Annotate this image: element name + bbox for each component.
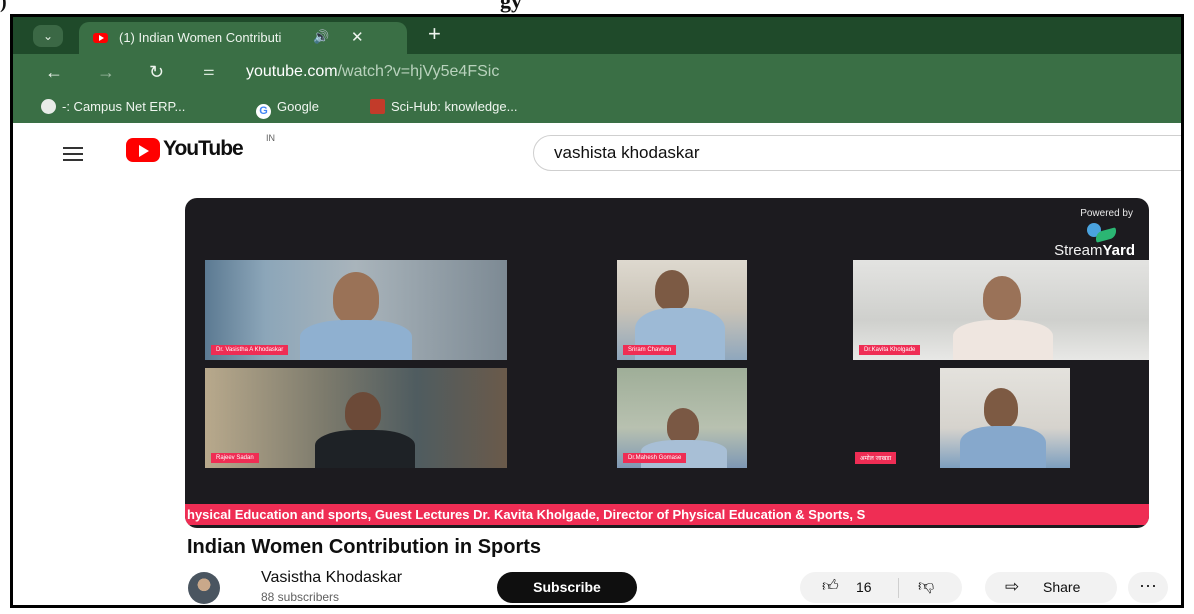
participant-tile: Dr. Vasistha A Khodaskar: [205, 260, 507, 360]
share-label: Share: [1043, 579, 1081, 595]
like-count[interactable]: 16: [856, 579, 872, 595]
streamyard-wordmark: StreamYard: [1054, 242, 1135, 259]
participant-label: Dr.Mahesh Gomase: [623, 453, 687, 463]
bookmark-campus-net[interactable]: -: Campus Net ERP...: [41, 99, 185, 114]
google-icon: G: [256, 104, 271, 119]
cropped-header-strip: ) gy: [0, 0, 1194, 14]
globe-icon: [41, 99, 56, 114]
participant-label: Sriram Chavhan: [623, 345, 677, 355]
navigation-bar: ← → ↻ ⚌ youtube.com/watch?v=hjVy5e4FSic: [13, 54, 1181, 93]
participant-body: [960, 426, 1046, 468]
participant-tile: Sriram Chavhan: [617, 260, 747, 360]
subscribe-button[interactable]: Subscribe: [497, 572, 637, 603]
youtube-logo-icon[interactable]: [126, 138, 160, 162]
bookmarks-bar: -: Campus Net ERP... G Google Sci-Hub: kn…: [13, 93, 1181, 123]
cropped-text-left: ): [0, 0, 7, 13]
participant-face: [345, 392, 381, 432]
thumbs-down-icon[interactable]: 👎︎: [918, 577, 934, 596]
youtube-page: YouTube IN vashista khodaskar Powered by…: [13, 123, 1181, 605]
participant-body: [953, 320, 1053, 360]
participant-face: [984, 388, 1018, 428]
tab-title: (1) Indian Women Contributi: [119, 30, 282, 45]
bookmark-scihub[interactable]: Sci-Hub: knowledge...: [370, 99, 517, 114]
bookmark-label: Google: [277, 99, 319, 114]
url-path: /watch?v=hjVy5e4FSic: [337, 63, 500, 80]
participant-face: [333, 272, 379, 324]
youtube-favicon-icon: [93, 33, 108, 43]
participant-label: Rajeev Sadan: [211, 453, 259, 463]
participant-tile: Rajeev Sadan: [205, 368, 507, 468]
ticker-banner: hysical Education and sports, Guest Lect…: [185, 504, 1149, 525]
powered-by-label: Powered by: [1080, 208, 1133, 219]
channel-name[interactable]: Vasistha Khodaskar: [261, 569, 402, 587]
url-host: youtube.com: [246, 63, 338, 80]
participant-tile: Dr.Kavita Kholgade: [853, 260, 1149, 360]
close-tab-icon[interactable]: ✕: [351, 28, 364, 46]
forward-arrow-icon[interactable]: →: [97, 62, 115, 83]
active-tab[interactable]: (1) Indian Women Contributi 🔊 ✕: [79, 22, 407, 54]
screenshot-frame: ⌄ (1) Indian Women Contributi 🔊 ✕ + ← → …: [10, 14, 1184, 608]
thumbs-up-icon[interactable]: 👍︎: [822, 577, 839, 596]
participant-label: Dr. Vasistha A Khodaskar: [211, 345, 289, 355]
video-player[interactable]: Powered by StreamYard Dr. Vasistha A Kho…: [185, 198, 1149, 528]
participant-label: Dr.Kavita Kholgade: [859, 345, 921, 355]
participant-tile: [940, 368, 1070, 468]
participant-face: [667, 408, 699, 444]
new-tab-button[interactable]: +: [428, 21, 441, 47]
participant-face: [983, 276, 1021, 320]
tab-search-button[interactable]: ⌄: [33, 25, 63, 47]
streamyard-logo-icon: [1087, 223, 1118, 243]
speaker-icon[interactable]: 🔊: [313, 29, 329, 45]
participant-body: [315, 430, 415, 468]
cropped-text-center: gy: [500, 0, 522, 13]
country-code: IN: [266, 133, 275, 143]
participant-body: [300, 320, 412, 360]
participant-face: [655, 270, 689, 310]
bookmark-label: -: Campus Net ERP...: [62, 99, 186, 114]
search-input[interactable]: vashista khodaskar: [533, 135, 1181, 171]
reload-icon[interactable]: ↻: [149, 62, 164, 83]
youtube-wordmark[interactable]: YouTube: [163, 137, 244, 161]
bookmark-label: Sci-Hub: knowledge...: [391, 99, 518, 114]
scihub-icon: [370, 99, 385, 114]
share-button[interactable]: ⇨ Share: [985, 572, 1117, 603]
like-divider: [898, 578, 899, 598]
bookmark-google[interactable]: G Google: [256, 99, 319, 119]
share-arrow-icon: ⇨: [1005, 577, 1020, 596]
video-title: Indian Women Contribution in Sports: [187, 536, 542, 558]
tab-bar: ⌄ (1) Indian Women Contributi 🔊 ✕ +: [13, 17, 1181, 54]
subscriber-count: 88 subscribers: [261, 590, 340, 604]
like-dislike-group: 👍︎ 16 👎︎: [800, 572, 962, 603]
participant-label: अमोल जाखडा: [855, 452, 897, 464]
menu-icon[interactable]: [63, 147, 83, 165]
site-settings-icon[interactable]: ⚌: [203, 63, 215, 79]
address-bar[interactable]: youtube.com/watch?v=hjVy5e4FSic: [246, 63, 499, 81]
participant-tile: Dr.Mahesh Gomase: [617, 368, 747, 468]
back-arrow-icon[interactable]: ←: [45, 62, 63, 83]
channel-avatar[interactable]: [188, 572, 220, 604]
more-actions-button[interactable]: ···: [1128, 572, 1168, 603]
